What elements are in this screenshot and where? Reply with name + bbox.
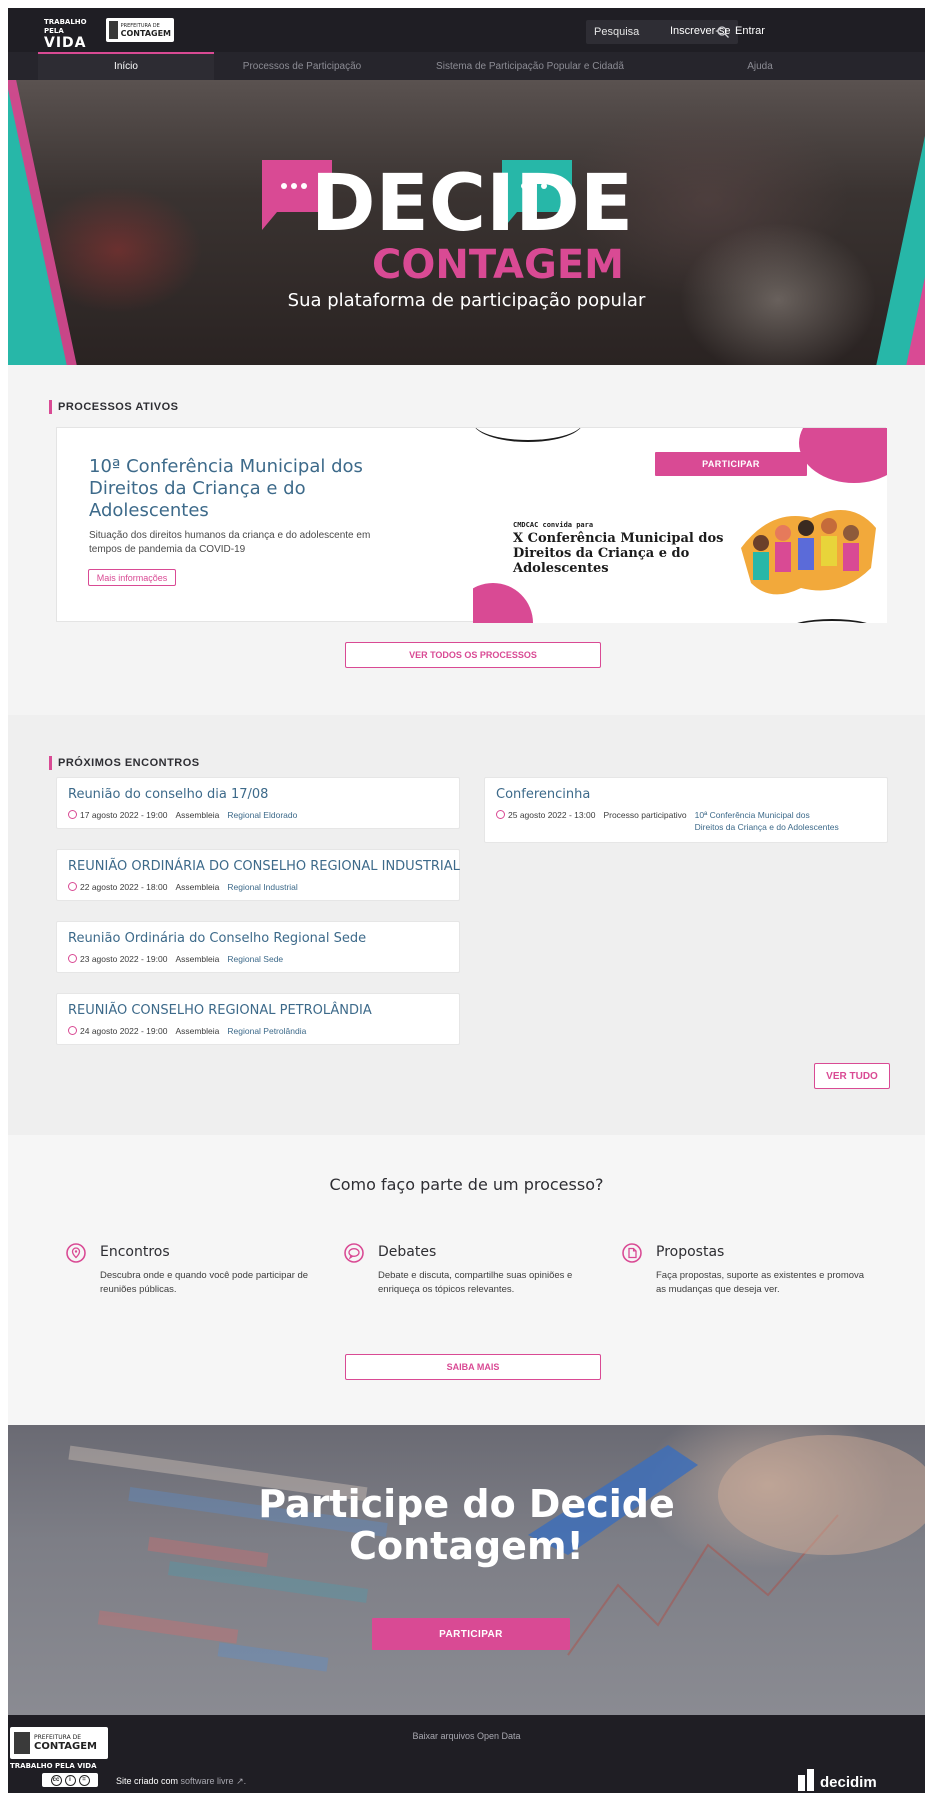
nav-item-ajuda[interactable]: Ajuda xyxy=(670,52,850,80)
meeting-scope-link[interactable]: 10ª Conferência Municipal dos Direitos da… xyxy=(695,809,839,833)
footer: PREFEITURA DE CONTAGEM Baixar arquivos Op… xyxy=(8,1715,925,1793)
step-text: Debate e discuta, compartilhe suas opini… xyxy=(378,1270,573,1295)
participate-cta-section: Participe do Decide Contagem! PARTICIPAR xyxy=(8,1425,925,1715)
top-bar: TRABALHO PELA VIDA PREFEITURA DE CONTAGEM… xyxy=(8,8,925,52)
free-software-link[interactable]: software livre xyxy=(181,1776,234,1786)
logo-word-contagem: CONTAGEM xyxy=(372,242,624,288)
decorative-curve xyxy=(787,619,877,623)
nav-item-processos[interactable]: Processos de Participação xyxy=(214,52,390,80)
process-card[interactable]: 10ª Conferência Municipal dos Direitos d… xyxy=(56,427,887,623)
decidim-logo[interactable]: decidim xyxy=(798,1769,877,1791)
meeting-title[interactable]: Reunião do conselho dia 17/08 xyxy=(68,787,268,802)
meeting-scope-link[interactable]: Regional Sede xyxy=(227,954,283,964)
banner-invite-text: CMDCAC convida para xyxy=(513,521,594,529)
meeting-title[interactable]: REUNIÃO ORDINÁRIA DO CONSELHO REGIONAL I… xyxy=(68,859,460,874)
meeting-meta: 17 agosto 2022 - 19:00 Assembleia Region… xyxy=(68,810,297,820)
participate-button[interactable]: PARTICIPAR xyxy=(655,452,807,476)
chart-background-image xyxy=(68,1435,925,1672)
meeting-card[interactable]: REUNIÃO ORDINÁRIA DO CONSELHO REGIONAL I… xyxy=(56,849,460,901)
creative-commons-icon[interactable]: cc i = xyxy=(42,1773,98,1787)
page: TRABALHO PELA VIDA PREFEITURA DE CONTAGEM… xyxy=(0,0,925,1793)
external-link-icon: ↗. xyxy=(236,1776,247,1786)
nav-item-inicio[interactable]: Início xyxy=(38,52,214,80)
meeting-card[interactable]: REUNIÃO CONSELHO REGIONAL PETROLÂNDIA 24… xyxy=(56,993,460,1045)
decorative-curve xyxy=(473,428,583,442)
document-icon xyxy=(622,1243,642,1263)
meeting-title[interactable]: Reunião Ordinária do Conselho Regional S… xyxy=(68,931,366,946)
decorative-blob xyxy=(473,583,533,623)
meeting-scope-link[interactable]: Regional Petrolândia xyxy=(227,1026,306,1036)
step-title: Encontros xyxy=(100,1244,170,1260)
how-to-participate-section: Como faço parte de um processo? Encontro… xyxy=(8,1135,925,1425)
clock-icon xyxy=(68,882,77,891)
clock-icon xyxy=(496,810,505,819)
meeting-scope-link[interactable]: Regional Industrial xyxy=(227,882,297,892)
trabalho-pela-vida-logo[interactable]: TRABALHO PELA VIDA xyxy=(44,18,96,50)
chat-bubble-icon xyxy=(344,1243,364,1263)
step-text: Faça propostas, suporte as existentes e … xyxy=(656,1270,865,1295)
step-title: Debates xyxy=(378,1244,437,1260)
meeting-card[interactable]: Reunião Ordinária do Conselho Regional S… xyxy=(56,921,460,973)
decorative-blob xyxy=(799,428,887,483)
login-link[interactable]: Entrar xyxy=(735,25,765,37)
meeting-meta: 24 agosto 2022 - 19:00 Assembleia Region… xyxy=(68,1026,306,1036)
nav-item-sistema[interactable]: Sistema de Participação Popular e Cidadã xyxy=(390,52,670,80)
children-illustration-icon xyxy=(741,510,876,595)
see-all-meetings-button[interactable]: VER TUDO xyxy=(814,1063,890,1089)
upcoming-meetings-section: PRÓXIMOS ENCONTROS Reunião do conselho d… xyxy=(8,715,925,1135)
more-info-button[interactable]: Mais informações xyxy=(88,569,176,586)
clock-icon xyxy=(68,1026,77,1035)
city-seal-icon xyxy=(109,21,118,39)
learn-more-button[interactable]: SAIBA MAIS xyxy=(345,1354,601,1380)
how-title: Como faço parte de um processo? xyxy=(329,1175,604,1194)
meeting-meta: 22 agosto 2022 - 18:00 Assembleia Region… xyxy=(68,882,298,892)
footer-credit: Site criado com software livre ↗. xyxy=(116,1776,247,1786)
logo-word-decide: DECIDE xyxy=(311,159,633,249)
clock-icon xyxy=(68,954,77,963)
decidim-mark-icon xyxy=(798,1769,814,1791)
cta-title: Participe do Decide Contagem! xyxy=(258,1482,675,1568)
see-all-processes-button[interactable]: VER TODOS OS PROCESSOS xyxy=(345,642,601,668)
meeting-title[interactable]: Conferencinha xyxy=(496,787,590,802)
hero-banner: DECIDE CONTAGEM Sua plataforma de partic… xyxy=(8,80,925,365)
meeting-card[interactable]: Conferencinha 25 agosto 2022 - 13:00 Pro… xyxy=(484,777,888,843)
process-description: Situação dos direitos humanos da criança… xyxy=(89,530,371,555)
main-nav: Início Processos de Participação Sistema… xyxy=(8,52,925,80)
decide-contagem-logo: DECIDE CONTAGEM xyxy=(262,159,633,288)
prefeitura-contagem-logo[interactable]: PREFEITURA DE CONTAGEM xyxy=(106,18,174,42)
section-title: PRÓXIMOS ENCONTROS xyxy=(49,756,200,770)
meeting-meta: 25 agosto 2022 - 13:00 Processo particip… xyxy=(496,810,839,833)
meeting-scope-link[interactable]: Regional Eldorado xyxy=(227,810,297,820)
footer-vida-logo: TRABALHO PELA VIDA xyxy=(10,1762,97,1770)
location-pin-icon xyxy=(66,1243,86,1263)
open-data-link[interactable]: Baixar arquivos Open Data xyxy=(8,1731,925,1741)
step-text: Descubra onde e quando você pode partici… xyxy=(100,1270,309,1295)
process-title[interactable]: 10ª Conferência Municipal dos Direitos d… xyxy=(89,456,389,522)
clock-icon xyxy=(68,810,77,819)
meeting-meta: 23 agosto 2022 - 19:00 Assembleia Region… xyxy=(68,954,283,964)
cta-participate-button[interactable]: PARTICIPAR xyxy=(372,1618,570,1650)
section-title: PROCESSOS ATIVOS xyxy=(49,400,178,414)
active-processes-section: PROCESSOS ATIVOS 10ª Conferência Municip… xyxy=(8,365,925,715)
hero-tagline: Sua plataforma de participação popular xyxy=(287,290,646,311)
signup-link[interactable]: Inscrever-se xyxy=(670,25,731,37)
meeting-title[interactable]: REUNIÃO CONSELHO REGIONAL PETROLÂNDIA xyxy=(68,1003,372,1018)
meeting-card[interactable]: Reunião do conselho dia 17/08 17 agosto … xyxy=(56,777,460,829)
step-title: Propostas xyxy=(656,1244,725,1260)
process-banner-image: CMDCAC convida para X Conferência Munici… xyxy=(473,428,887,623)
